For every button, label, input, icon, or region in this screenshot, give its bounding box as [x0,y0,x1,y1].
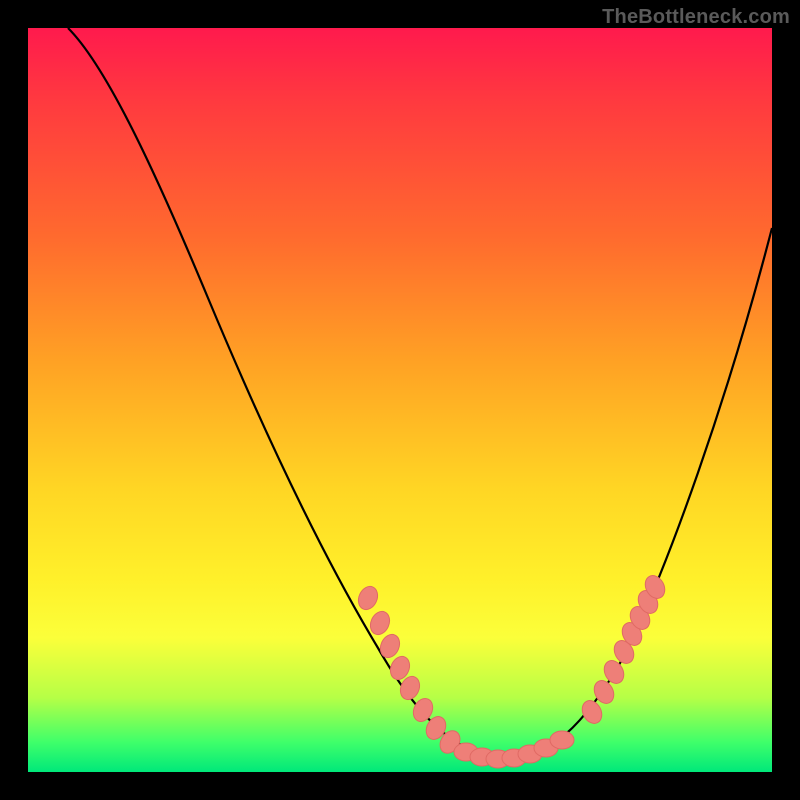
marker-cluster-right [578,572,668,727]
outer-frame: TheBottleneck.com [0,0,800,800]
plot-area [28,28,772,772]
bottleneck-curve [68,28,772,758]
marker-cluster-bottom [454,731,574,768]
credit-text: TheBottleneck.com [602,6,790,29]
chart-svg [28,28,772,772]
marker-cluster-left [355,583,464,757]
